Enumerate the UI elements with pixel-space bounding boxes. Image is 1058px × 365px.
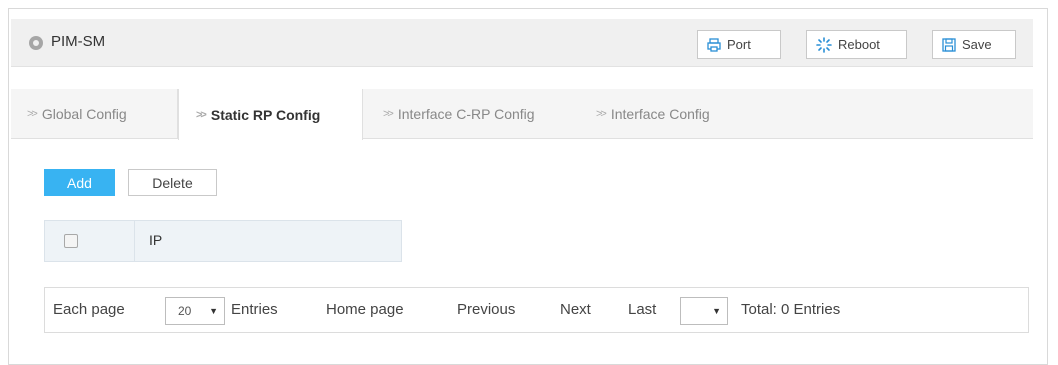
page-size-value: 20 bbox=[178, 304, 192, 318]
total-entries: Total: 0 Entries bbox=[741, 301, 841, 318]
page-title: PIM-SM bbox=[51, 33, 106, 50]
circle-dot-icon bbox=[29, 36, 43, 50]
select-all-checkbox[interactable] bbox=[64, 234, 78, 248]
chevron-right-icon: >> bbox=[383, 108, 394, 120]
save-button[interactable]: Save bbox=[932, 30, 1016, 59]
next-link[interactable]: Next bbox=[560, 301, 591, 318]
tab-label: Interface C-RP Config bbox=[397, 106, 535, 122]
reboot-button-label: Reboot bbox=[838, 37, 880, 52]
port-button[interactable]: Port bbox=[697, 30, 781, 59]
tab-interface-config[interactable]: >> Interface Config bbox=[594, 89, 764, 139]
tab-global-config[interactable]: >> Global Config bbox=[11, 89, 178, 139]
column-header-ip: IP bbox=[149, 232, 163, 248]
port-button-label: Port bbox=[727, 37, 751, 52]
save-button-label: Save bbox=[962, 37, 992, 52]
page-number-select[interactable]: ▼ bbox=[680, 297, 728, 325]
tab-label: Interface Config bbox=[610, 106, 710, 122]
tab-label: Global Config bbox=[41, 106, 127, 122]
caret-down-icon: ▼ bbox=[712, 306, 721, 316]
table-header-checkbox-cell bbox=[45, 221, 135, 261]
chevron-right-icon: >> bbox=[196, 108, 207, 121]
previous-link[interactable]: Previous bbox=[457, 301, 515, 318]
tab-bar: >> Global Config >> Static RP Config >> … bbox=[11, 89, 1033, 140]
printer-icon bbox=[707, 37, 721, 52]
tab-static-rp-config[interactable]: >> Static RP Config bbox=[178, 89, 363, 140]
page-size-select[interactable]: 20 ▼ bbox=[165, 297, 225, 325]
add-button[interactable]: Add bbox=[44, 169, 115, 196]
each-page-label: Each page bbox=[53, 301, 125, 318]
entries-label: Entries bbox=[231, 301, 278, 318]
caret-down-icon: ▼ bbox=[209, 306, 218, 316]
tab-interface-c-rp-config[interactable]: >> Interface C-RP Config bbox=[378, 89, 583, 139]
chevron-right-icon: >> bbox=[596, 108, 607, 120]
page-header: PIM-SM Port Reboot Save bbox=[11, 19, 1033, 67]
rp-table: IP bbox=[44, 220, 402, 262]
home-page-link[interactable]: Home page bbox=[326, 301, 404, 318]
spinner-icon bbox=[816, 36, 832, 53]
pagination-bar: Each page 20 ▼ Entries Home page Previou… bbox=[44, 287, 1029, 333]
reboot-button[interactable]: Reboot bbox=[806, 30, 907, 59]
last-link[interactable]: Last bbox=[628, 301, 656, 318]
floppy-disk-icon bbox=[942, 37, 956, 52]
delete-button[interactable]: Delete bbox=[128, 169, 217, 196]
chevron-right-icon: >> bbox=[27, 108, 38, 120]
tab-label: Static RP Config bbox=[210, 106, 321, 123]
